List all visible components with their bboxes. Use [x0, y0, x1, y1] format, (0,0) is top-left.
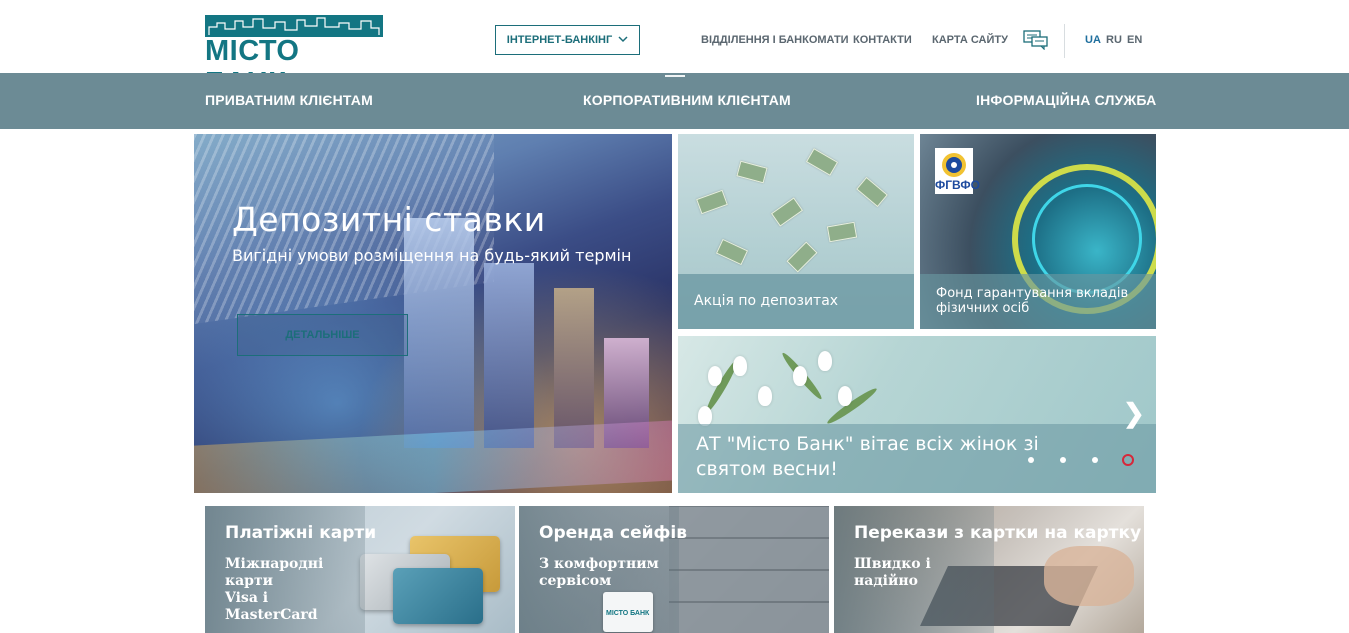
spring-greeting-line1: АТ "Місто Банк" вітає всіх жінок зі [696, 433, 1039, 455]
deposit-guarantee-fund-tile[interactable]: ФГВФО Фонд гарантування вкладів фізичних… [920, 134, 1156, 329]
feedback-chat-icon[interactable] [1023, 30, 1049, 51]
banknote-image [805, 148, 839, 176]
snowdrop-flower [793, 366, 807, 386]
branches-atms-link[interactable]: ВІДДІЛЕННЯ І БАНКОМАТИ [701, 34, 849, 46]
bank-logo[interactable]: МІСТО БАНК [205, 15, 383, 99]
fgvfo-logo-text: ФГВФО [935, 178, 980, 192]
lang-ru[interactable]: RU [1106, 34, 1122, 46]
spring-greeting-line2: святом весни! [696, 458, 838, 480]
spring-greeting-text: АТ "Місто Банк" вітає всіх жінок зі свят… [696, 432, 1039, 482]
nav-private-clients[interactable]: ПРИВАТНИМ КЛІЄНТАМ [205, 92, 373, 108]
payment-cards-line2: Visa і [225, 590, 269, 606]
safe-rental-title: Оренда сейфів [539, 523, 687, 543]
nav-corporate-clients[interactable]: КОРПОРАТИВНИМ КЛІЄНТАМ [583, 92, 791, 108]
contacts-link[interactable]: КОНТАКТИ [853, 34, 912, 46]
payment-cards-title: Платіжні карти [225, 523, 377, 543]
hand-with-card-image [1044, 546, 1134, 606]
payment-cards-subtitle: Міжнародні карти Visa і MasterCard [225, 556, 365, 624]
safe-rental-line2: сервісом [539, 573, 612, 589]
transfer-line1: Швидко і [854, 556, 931, 572]
nav-handle [665, 75, 685, 77]
language-divider [1064, 24, 1065, 58]
fund-caption: Фонд гарантування вкладів фізичних осіб [920, 274, 1156, 329]
nav-info-service[interactable]: ІНФОРМАЦІЙНА СЛУЖБА [976, 92, 1156, 108]
slider-dot-1[interactable] [1028, 457, 1034, 463]
next-slide-arrow-icon[interactable]: ❯ [1123, 398, 1145, 429]
hero-subtitle: Вигідні умови розміщення на будь-який те… [232, 246, 632, 265]
banknote-image [736, 160, 768, 184]
hero-deposit-banner[interactable]: Депозитні ставки Вигідні умови розміщенн… [194, 134, 672, 493]
snowdrop-flower [838, 386, 852, 406]
hero-title: Депозитні ставки [232, 200, 546, 239]
snowdrop-flower [698, 406, 712, 426]
deposit-promo-caption: Акція по депозитах [678, 274, 914, 329]
snowdrop-flower [708, 366, 722, 386]
snowdrop-flower [758, 386, 772, 406]
logo-skyline [205, 15, 383, 37]
snowdrop-flower [818, 351, 832, 371]
transfer-title: Перекази з картки на картку [854, 523, 1142, 543]
key-tag-logo: МІСТО БАНК [606, 610, 650, 617]
banknote-image [826, 221, 858, 243]
hero-details-button[interactable]: ДЕТАЛЬНІШЕ [237, 314, 408, 356]
safe-rental-tile[interactable]: МІСТО БАНК Оренда сейфів З комфортним се… [519, 506, 829, 633]
banknote-image [696, 189, 728, 215]
banknote-image [715, 238, 749, 266]
payment-cards-tile[interactable]: Платіжні карти Міжнародні карти Visa і M… [205, 506, 515, 633]
fund-caption-line2: фізичних осіб [936, 301, 1030, 316]
transfer-line2: надійно [854, 573, 918, 589]
safe-rental-subtitle: З комфортним сервісом [539, 556, 679, 590]
hero-building [484, 263, 534, 448]
transfer-subtitle: Швидко і надійно [854, 556, 994, 590]
banknote-image [856, 176, 888, 208]
sitemap-link[interactable]: КАРТА САЙТУ [932, 34, 1008, 46]
chevron-down-icon [618, 34, 628, 46]
payment-cards-line1: Міжнародні карти [225, 556, 324, 589]
banknote-image [770, 197, 804, 227]
payment-cards-line3: MasterCard [225, 607, 318, 623]
blue-visa-card-image [393, 568, 483, 624]
internet-banking-button[interactable]: ІНТЕРНЕТ-БАНКІНГ [495, 25, 640, 55]
snowdrop-flower [733, 356, 747, 376]
safe-deposit-boxes-image [669, 506, 829, 633]
lang-ua[interactable]: UA [1085, 34, 1101, 46]
spring-greeting-slide[interactable]: АТ "Місто Банк" вітає всіх жінок зі свят… [678, 336, 1156, 493]
slider-dot-3[interactable] [1092, 457, 1098, 463]
leaf-image [825, 385, 879, 427]
internet-banking-label: ІНТЕРНЕТ-БАНКІНГ [506, 34, 613, 46]
slider-dot-2[interactable] [1060, 457, 1066, 463]
card-to-card-transfer-tile[interactable]: Перекази з картки на картку Швидко і над… [834, 506, 1144, 633]
slider-dot-4-active[interactable] [1122, 454, 1134, 466]
safe-rental-line1: З комфортним [539, 556, 659, 572]
fund-caption-line1: Фонд гарантування вкладів [936, 286, 1129, 301]
banknote-image [786, 241, 818, 273]
deposit-promo-tile[interactable]: Акція по депозитах [678, 134, 914, 329]
lang-en[interactable]: EN [1127, 34, 1142, 46]
